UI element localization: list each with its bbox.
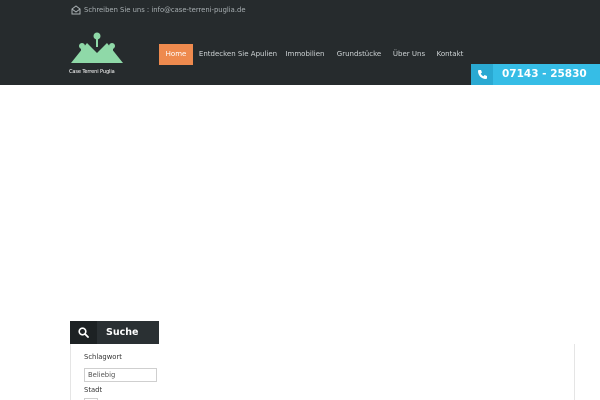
search-title: Suche <box>106 327 139 338</box>
envelope-icon <box>71 5 81 15</box>
nav-item-kontakt[interactable]: Kontakt <box>434 44 466 65</box>
nav-item-ueber-uns[interactable]: Über Uns <box>391 44 427 65</box>
search-panel: Schlagwort Beliebig Stadt <box>70 344 575 400</box>
site-header: Case Terreni Puglia Home Entdecken Sie A… <box>0 20 600 85</box>
nav-item-immobilien[interactable]: Immobilien <box>283 44 327 65</box>
site-logo[interactable]: Case Terreni Puglia <box>69 31 125 79</box>
keyword-input[interactable]: Beliebig <box>84 368 157 382</box>
search-icon <box>78 327 89 338</box>
phone-icon <box>478 70 487 79</box>
nav-item-grundstuecke[interactable]: Grundstücke <box>334 44 384 65</box>
search-widget-header: Suche <box>70 321 159 344</box>
city-label: Stadt <box>84 386 103 394</box>
top-bar: Schreiben Sie uns : info@case-terreni-pu… <box>0 0 600 20</box>
nav-item-entdecken-sie-apulien[interactable]: Entdecken Sie Apulien <box>197 44 279 65</box>
phone-number: 07143 - 25830 <box>502 68 587 80</box>
contact-email-link[interactable]: Schreiben Sie uns : info@case-terreni-pu… <box>84 4 246 16</box>
search-icon-box <box>70 321 97 344</box>
nav-item-home[interactable]: Home <box>159 44 193 65</box>
phone-box[interactable]: 07143 - 25830 <box>471 64 600 85</box>
phone-icon-box <box>471 64 493 85</box>
logo-mark-icon <box>71 32 123 63</box>
logo-text: Case Terreni Puglia <box>69 69 115 75</box>
keyword-label: Schlagwort <box>84 353 122 361</box>
